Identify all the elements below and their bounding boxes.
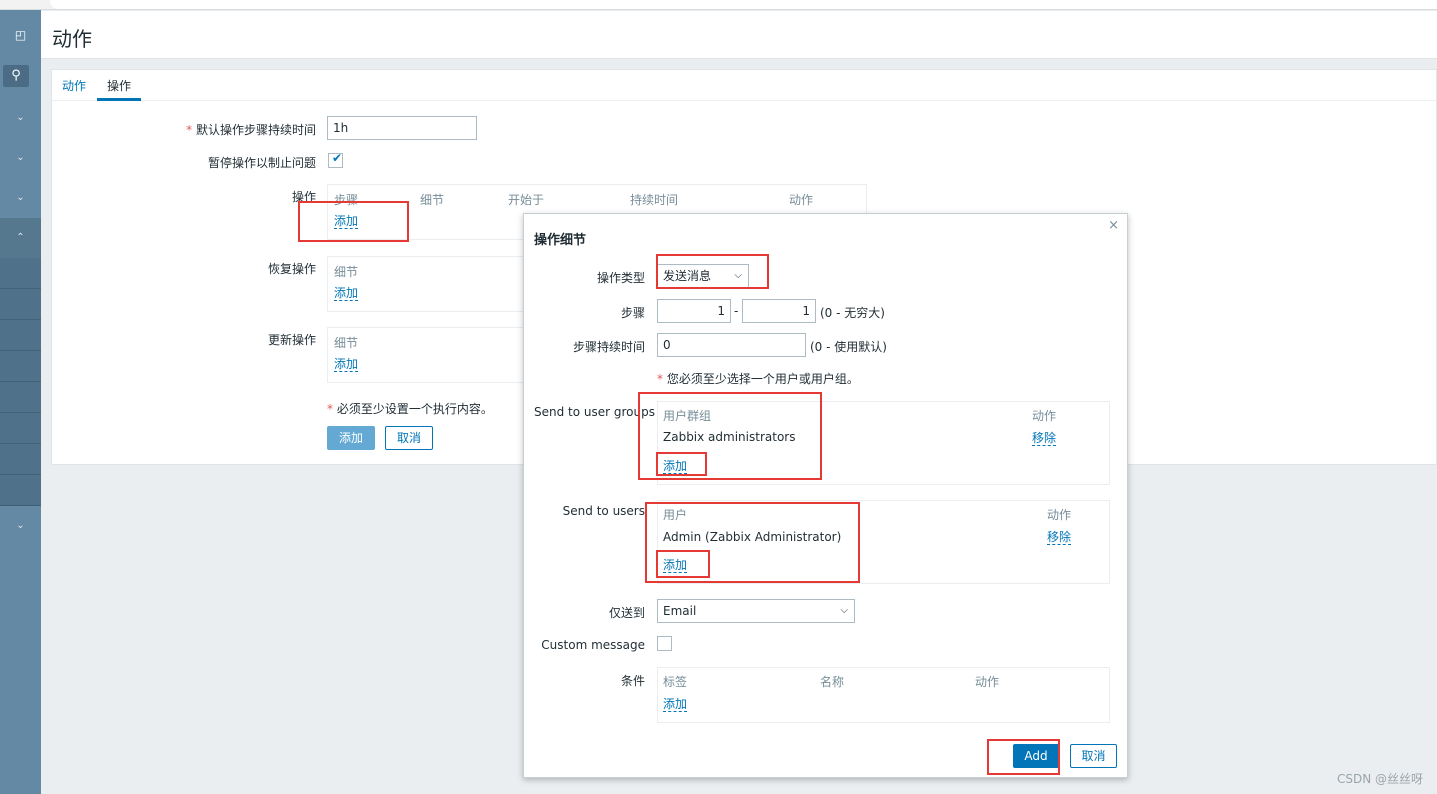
chevron-down-icon[interactable]: ⌄ xyxy=(0,98,41,138)
sidebar: ◰ ⚲ ⌄ ⌄ ⌄ ⌃ ⌄ xyxy=(0,10,41,794)
step-duration-hint: (0 - 使用默认) xyxy=(810,340,887,354)
conditions-label: 条件 xyxy=(620,674,645,688)
pause-label: 暂停操作以制止问题 xyxy=(207,156,316,170)
sidebar-subitem[interactable] xyxy=(0,382,41,413)
close-icon[interactable]: × xyxy=(1108,218,1119,233)
tab-operations[interactable]: 操作 xyxy=(107,77,131,94)
step-duration-label: 步骤持续时间 xyxy=(572,340,645,354)
step-to-input[interactable]: 1 xyxy=(742,299,816,323)
col-header: 持续时间 xyxy=(630,193,679,207)
highlight-box xyxy=(987,739,1060,775)
page-title: 动作 xyxy=(52,27,92,51)
send-only-label: 仅送到 xyxy=(608,606,645,620)
page-header: 动作 xyxy=(41,11,1437,59)
operation-type-label: 操作类型 xyxy=(596,271,645,285)
step-duration-input[interactable]: 0 xyxy=(657,333,806,357)
col-header: 细节 xyxy=(334,265,359,279)
recovery-label: 恢复操作 xyxy=(267,262,316,276)
col-header: 标签 xyxy=(663,675,688,689)
col-header: 细节 xyxy=(420,193,445,207)
dialog-cancel-button[interactable]: 取消 xyxy=(1070,744,1117,768)
steps-hint: (0 - 无穷大) xyxy=(820,306,885,320)
dialog-title: 操作细节 xyxy=(534,233,587,248)
sidebar-subitem[interactable] xyxy=(0,289,41,320)
col-header: 细节 xyxy=(334,336,359,350)
search-icon[interactable]: ⚲ xyxy=(3,65,29,87)
add-recovery-link[interactable]: 添加 xyxy=(334,286,359,301)
collapse-sidebar-icon[interactable]: ◰ xyxy=(0,28,41,48)
chevron-down-icon[interactable]: ⌄ xyxy=(0,178,41,218)
conditions-table: 标签 名称 动作 添加 xyxy=(657,667,1110,723)
highlight-box xyxy=(656,550,710,578)
send-to-groups-label: Send to user groups xyxy=(534,405,655,419)
sidebar-subitem[interactable] xyxy=(0,413,41,444)
add-update-link[interactable]: 添加 xyxy=(334,357,359,372)
update-table: 细节 添加 xyxy=(327,327,527,383)
col-header: 动作 xyxy=(789,193,814,207)
cancel-button[interactable]: 取消 xyxy=(385,426,433,450)
chevron-down-icon[interactable]: ⌄ xyxy=(0,506,41,546)
chevron-down-icon[interactable]: ⌄ xyxy=(0,138,41,178)
active-tab-indicator xyxy=(97,98,141,101)
recovery-table: 细节 添加 xyxy=(327,256,527,312)
chevron-down-icon: ⌵ xyxy=(840,605,848,616)
required-note: * 必须至少设置一个执行内容。 xyxy=(327,402,493,416)
custom-message-label: Custom message xyxy=(541,638,645,652)
sidebar-subitem[interactable] xyxy=(0,258,41,289)
tab-action[interactable]: 动作 xyxy=(62,77,86,94)
highlight-box xyxy=(298,201,409,242)
remove-group-link[interactable]: 移除 xyxy=(1032,431,1057,446)
add-condition-link[interactable]: 添加 xyxy=(663,697,688,712)
step-duration-label: * 默认操作步骤持续时间 xyxy=(186,123,316,137)
browser-tab-edge xyxy=(50,0,1437,9)
step-duration-input[interactable]: 1h xyxy=(327,116,477,140)
highlight-box xyxy=(656,254,769,289)
send-to-users-label: Send to users xyxy=(562,504,645,518)
add-button[interactable]: 添加 xyxy=(327,426,375,450)
sidebar-subitem[interactable] xyxy=(0,444,41,475)
col-header: 动作 xyxy=(975,675,1000,689)
col-header: 动作 xyxy=(1032,409,1057,423)
steps-label: 步骤 xyxy=(620,306,645,320)
step-separator: - xyxy=(734,304,739,318)
watermark: CSDN @丝丝呀 xyxy=(1336,772,1423,786)
operation-details-dialog: 操作细节 × 操作类型 发送消息 ⌵ 步骤 1 - 1 (0 - 无穷大) 步骤持… xyxy=(523,213,1128,778)
user-required-note: * 您必须至少选择一个用户或用户组。 xyxy=(657,372,859,386)
col-header: 名称 xyxy=(820,675,845,689)
remove-user-link[interactable]: 移除 xyxy=(1047,530,1072,545)
sidebar-subitem[interactable] xyxy=(0,475,41,506)
sidebar-subitem[interactable] xyxy=(0,351,41,382)
sidebar-subitem[interactable] xyxy=(0,320,41,351)
update-label: 更新操作 xyxy=(267,333,316,347)
step-from-input[interactable]: 1 xyxy=(657,299,731,323)
pause-checkbox[interactable]: ✔ xyxy=(328,151,343,168)
col-header: 动作 xyxy=(1047,508,1072,522)
highlight-box xyxy=(656,452,707,476)
browser-top-strip xyxy=(0,0,1437,10)
send-only-select[interactable]: Email ⌵ xyxy=(657,599,855,623)
tab-bar: 动作 操作 xyxy=(52,70,1437,101)
check-icon: ✔ xyxy=(332,151,343,165)
custom-message-checkbox[interactable] xyxy=(657,636,672,651)
chevron-up-icon[interactable]: ⌃ xyxy=(0,218,41,258)
col-header: 开始于 xyxy=(508,193,545,207)
